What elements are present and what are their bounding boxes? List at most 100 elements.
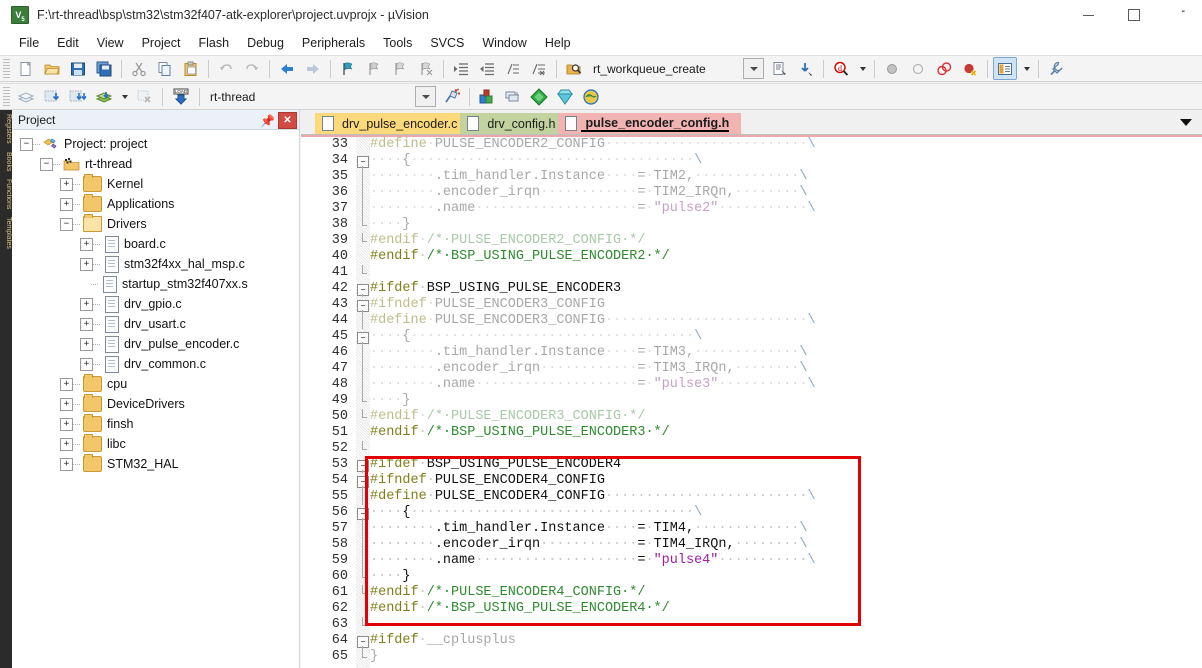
build-icon[interactable] — [40, 85, 64, 108]
menu-debug[interactable]: Debug — [238, 33, 293, 53]
code-line[interactable]: ········.tim_handler.Instance····=·TIM3,… — [370, 345, 808, 361]
code-line[interactable]: ····{···································… — [370, 505, 702, 521]
menu-peripherals[interactable]: Peripherals — [293, 33, 374, 53]
find-in-files-icon[interactable] — [562, 57, 586, 80]
code-line[interactable]: #endif·/*·BSP_USING_PULSE_ENCODER4·*/ — [370, 601, 670, 617]
code-line[interactable]: ········.tim_handler.Instance····=·TIM4,… — [370, 521, 808, 537]
fold-collapse-icon[interactable]: − — [357, 156, 369, 168]
software-packs-extra-icon[interactable] — [579, 85, 603, 108]
tab-drv-pulse-encoder-c[interactable]: drv_pulse_encoder.c — [315, 113, 469, 134]
translate-icon[interactable] — [14, 85, 38, 108]
fold-collapse-icon[interactable]: − — [357, 300, 369, 312]
target-options-icon[interactable] — [440, 85, 464, 108]
target-combo-dropdown[interactable] — [415, 86, 436, 107]
code-line[interactable]: ········.encoder_irqn············=·TIM4_… — [370, 537, 808, 553]
expand-toggle-icon[interactable]: + — [80, 338, 93, 351]
menu-svcs[interactable]: SVCS — [421, 33, 473, 53]
collapse-toggle-icon[interactable]: − — [40, 158, 53, 171]
paste-icon[interactable] — [179, 57, 203, 80]
cut-icon[interactable] — [127, 57, 151, 80]
expand-toggle-icon[interactable]: + — [60, 178, 73, 191]
indent-icon[interactable] — [449, 57, 473, 80]
copy-icon[interactable] — [153, 57, 177, 80]
tree-item[interactable]: +finsh — [12, 414, 299, 434]
find-combo-value[interactable]: rt_workqueue_create — [587, 60, 743, 77]
fold-collapse-icon[interactable]: − — [357, 460, 369, 472]
code-line[interactable]: ····{···································… — [370, 153, 702, 169]
configuration-wizard-icon[interactable] — [1044, 57, 1068, 80]
expand-toggle-icon[interactable]: + — [80, 358, 93, 371]
tree-item[interactable]: −Project: project — [12, 134, 299, 154]
insert-bookmark-icon[interactable] — [336, 57, 360, 80]
code-line[interactable]: #ifdef·BSP_USING_PULSE_ENCODER3 — [370, 281, 621, 297]
fold-collapse-icon[interactable]: − — [357, 508, 369, 520]
fold-collapse-icon[interactable]: − — [357, 636, 369, 648]
tree-item[interactable]: +DeviceDrivers — [12, 394, 299, 414]
tree-item[interactable]: +cpu — [12, 374, 299, 394]
navigate-backward-icon[interactable] — [275, 57, 299, 80]
outdent-icon[interactable] — [475, 57, 499, 80]
collapse-toggle-icon[interactable]: − — [60, 218, 73, 231]
expand-toggle-icon[interactable]: + — [60, 458, 73, 471]
uncomment-icon[interactable] — [527, 57, 551, 80]
clear-bookmarks-icon[interactable] — [414, 57, 438, 80]
menu-flash[interactable]: Flash — [189, 33, 238, 53]
select-software-packs-icon[interactable] — [553, 85, 577, 108]
expand-toggle-icon[interactable]: + — [60, 378, 73, 391]
code-line[interactable]: ····} — [370, 569, 411, 585]
comment-icon[interactable] — [501, 57, 525, 80]
code-line[interactable]: ········.tim_handler.Instance····=·TIM2,… — [370, 169, 808, 185]
target-combo-value[interactable]: rt-thread — [204, 88, 415, 105]
disable-breakpoint-icon[interactable] — [906, 57, 930, 80]
find-combo-dropdown[interactable] — [743, 58, 764, 79]
tree-item[interactable]: −Drivers — [12, 214, 299, 234]
fold-collapse-icon[interactable]: − — [357, 476, 369, 488]
menu-help[interactable]: Help — [536, 33, 580, 53]
browse-symbol-icon[interactable] — [768, 57, 792, 80]
menu-project[interactable]: Project — [133, 33, 190, 53]
dock-tab-templates[interactable]: Templates — [0, 213, 12, 253]
pin-icon[interactable]: 📌 — [260, 113, 275, 128]
tree-item[interactable]: +Kernel — [12, 174, 299, 194]
manage-project-items-icon[interactable] — [475, 85, 499, 108]
toolbar-grip[interactable] — [3, 87, 10, 106]
prev-bookmark-icon[interactable] — [362, 57, 386, 80]
code-line[interactable]: #endif·/*·PULSE_ENCODER4_CONFIG·*/ — [370, 585, 645, 601]
undo-icon[interactable] — [214, 57, 238, 80]
code-line[interactable]: #endif·/*·BSP_USING_PULSE_ENCODER3·*/ — [370, 425, 670, 441]
dock-tab-books[interactable]: Books — [0, 148, 12, 175]
download-icon[interactable]: LOAD — [168, 85, 194, 108]
tree-item[interactable]: +libc — [12, 434, 299, 454]
maximize-button[interactable] — [1111, 0, 1156, 30]
tree-item[interactable]: +drv_common.c — [12, 354, 299, 374]
fold-margin[interactable]: −−−−−−−− — [356, 135, 370, 668]
code-line[interactable]: ····} — [370, 393, 411, 409]
fold-collapse-icon[interactable]: − — [357, 332, 369, 344]
expand-toggle-icon[interactable]: + — [80, 258, 93, 271]
menu-view[interactable]: View — [88, 33, 133, 53]
menu-edit[interactable]: Edit — [48, 33, 88, 53]
code-line[interactable]: } — [370, 649, 378, 665]
menu-window[interactable]: Window — [473, 33, 535, 53]
tab-drv-config-h[interactable]: drv_config.h — [460, 113, 567, 134]
tree-item[interactable]: +board.c — [12, 234, 299, 254]
code-line[interactable]: ········.encoder_irqn············=·TIM3_… — [370, 361, 808, 377]
manage-windows-icon[interactable] — [993, 57, 1017, 80]
dock-tab-registers[interactable]: Registers — [0, 110, 12, 148]
tab-list-dropdown[interactable] — [1178, 114, 1194, 130]
dock-tab-functions[interactable]: Functions — [0, 175, 12, 213]
insert-breakpoint-icon[interactable] — [880, 57, 904, 80]
kill-all-breakpoints-icon[interactable] — [958, 57, 982, 80]
find-icon[interactable]: d — [829, 57, 853, 80]
expand-toggle-icon[interactable]: + — [60, 398, 73, 411]
code-text[interactable]: #define·PULSE_ENCODER2_CONFIG···········… — [370, 135, 1202, 668]
code-line[interactable]: #ifdef·BSP_USING_PULSE_ENCODER4 — [370, 457, 621, 473]
pack-installer-icon[interactable] — [527, 85, 551, 108]
new-file-icon[interactable] — [14, 57, 38, 80]
save-all-icon[interactable] — [92, 57, 116, 80]
disable-all-breakpoints-icon[interactable] — [932, 57, 956, 80]
tree-item[interactable]: +Applications — [12, 194, 299, 214]
tree-item[interactable]: +drv_usart.c — [12, 314, 299, 334]
code-line[interactable]: ········.encoder_irqn············=·TIM2_… — [370, 185, 808, 201]
tree-item[interactable]: −rt-thread — [12, 154, 299, 174]
